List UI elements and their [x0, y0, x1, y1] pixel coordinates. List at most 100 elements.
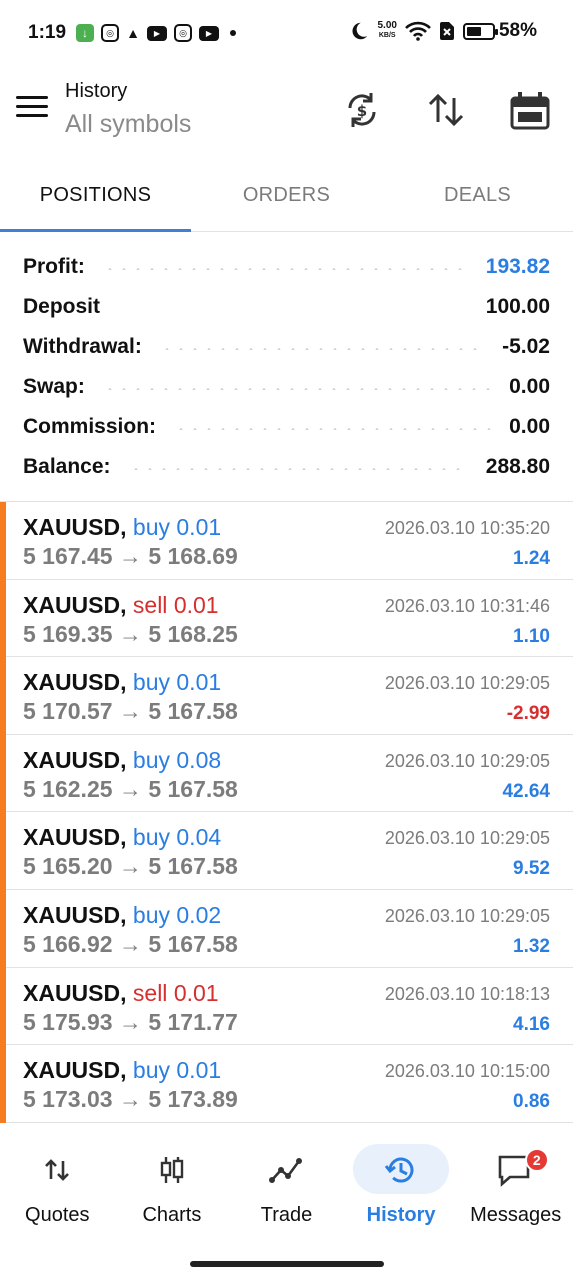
network-speed: 5.00 KB/S: [378, 21, 397, 41]
arrow-icon: →: [118, 775, 142, 802]
sort-button[interactable]: [424, 88, 468, 132]
position-row[interactable]: XAUUSD, buy 0.02 5 166.92 → 5 167.58 202…: [0, 889, 573, 968]
tab-positions[interactable]: POSITIONS: [0, 164, 191, 232]
close-price: 5 171.77: [148, 1008, 238, 1035]
position-time: 2026.03.10 10:18:13: [384, 983, 550, 1004]
position-row[interactable]: XAUUSD, buy 0.04 5 165.20 → 5 167.58 202…: [0, 812, 573, 890]
position-volume: 0.01: [176, 1057, 222, 1084]
calendar-icon: [510, 92, 550, 130]
history-clock-icon: [379, 1148, 423, 1192]
account-summary: Profit: 193.82 Deposit 100.00 Withdrawal…: [0, 247, 573, 487]
dotted-leader: [128, 468, 468, 470]
open-price: 5 175.93: [23, 1008, 113, 1035]
position-prices: 5 166.92 → 5 167.58: [23, 931, 238, 958]
nav-messages[interactable]: 2 Messages: [458, 1132, 573, 1242]
unread-badge: 2: [524, 1148, 549, 1172]
position-title: XAUUSD, buy 0.01: [23, 1057, 221, 1084]
nav-history[interactable]: History: [344, 1132, 459, 1242]
summary-value: 193.82: [485, 255, 550, 278]
battery-icon: [462, 22, 498, 40]
position-row[interactable]: XAUUSD, sell 0.01 5 175.93 → 5 171.77 20…: [0, 967, 573, 1046]
nav-trade[interactable]: Trade: [229, 1132, 344, 1242]
position-time: 2026.03.10 10:29:05: [384, 750, 550, 771]
network-speed-unit: KB/S: [378, 32, 396, 39]
position-title: XAUUSD, sell 0.01: [23, 592, 219, 619]
position-row[interactable]: XAUUSD, buy 0.01 5 167.45 → 5 168.69 202…: [0, 502, 573, 580]
position-title: XAUUSD, buy 0.01: [23, 669, 221, 696]
instagram-notification-icon: ◎: [101, 24, 119, 42]
position-volume: 0.08: [176, 746, 222, 773]
tab-deals[interactable]: DEALS: [382, 164, 573, 231]
nav-label: Trade: [260, 1204, 313, 1226]
position-prices: 5 167.45 → 5 168.69: [23, 543, 238, 570]
summary-value: 0.00: [509, 415, 550, 438]
menu-button[interactable]: [16, 96, 48, 122]
position-profit: 1.24: [513, 548, 550, 569]
history-tabs: POSITIONS ORDERS DEALS: [0, 164, 573, 232]
position-type: sell: [132, 591, 168, 618]
position-profit: 9.52: [513, 858, 550, 880]
summary-row-swap: Swap: 0.00: [0, 367, 573, 407]
position-row[interactable]: XAUUSD, buy 0.01 5 173.03 → 5 173.89 202…: [0, 1045, 573, 1123]
position-time: 2026.03.10 10:35:20: [384, 518, 550, 538]
position-symbol: XAUUSD,: [23, 669, 127, 696]
candlestick-icon: [150, 1148, 194, 1192]
dotted-leader: [159, 348, 485, 350]
menu-icon-bar: [16, 114, 48, 117]
arrow-icon: →: [118, 1086, 142, 1113]
position-volume: 0.01: [176, 514, 222, 540]
summary-value: 0.00: [509, 375, 550, 398]
dotted-leader: [102, 268, 468, 270]
position-type: buy: [132, 746, 170, 773]
position-time: 2026.03.10 10:15:00: [384, 1061, 550, 1082]
page-title: History: [65, 80, 128, 102]
position-row[interactable]: XAUUSD, sell 0.01 5 169.35 → 5 168.25 20…: [0, 579, 573, 658]
open-price: 5 170.57: [23, 698, 113, 725]
svg-text:$: $: [357, 102, 367, 120]
no-sim-icon: [439, 22, 454, 40]
home-indicator[interactable]: [190, 1261, 384, 1267]
position-type: buy: [132, 669, 170, 696]
position-prices: 5 165.20 → 5 167.58: [23, 853, 238, 880]
tab-orders[interactable]: ORDERS: [191, 164, 382, 231]
close-price: 5 168.69: [148, 543, 238, 569]
do-not-disturb-moon-icon: [351, 22, 367, 40]
currency-exchange-button[interactable]: $: [340, 88, 384, 132]
position-symbol: XAUUSD,: [23, 591, 127, 618]
position-profit: 4.16: [513, 1013, 550, 1035]
system-status-icons: 5.00 KB/S 58%: [348, 20, 537, 42]
position-type: buy: [132, 1057, 170, 1084]
summary-label: Swap:: [23, 375, 85, 398]
nav-charts[interactable]: Charts: [115, 1132, 230, 1242]
position-time: 2026.03.10 10:29:05: [384, 905, 550, 926]
open-price: 5 166.92: [23, 930, 113, 957]
youtube-notification-icon: ▶: [147, 25, 167, 41]
battery-status: 58%: [462, 20, 537, 42]
sort-icon: [428, 93, 464, 127]
menu-icon-bar: [16, 105, 48, 108]
calendar-button[interactable]: [508, 88, 552, 132]
arrow-icon: →: [118, 543, 142, 569]
more-notifications-dot: [230, 30, 236, 36]
position-profit: 1.10: [513, 625, 550, 647]
position-row[interactable]: XAUUSD, buy 0.08 5 162.25 → 5 167.58 202…: [0, 734, 573, 813]
open-price: 5 173.03: [23, 1086, 113, 1113]
summary-value: 288.80: [485, 455, 550, 478]
summary-row-profit: Profit: 193.82: [0, 247, 573, 287]
instagram-notification-icon: ◎: [174, 24, 192, 42]
symbol-filter[interactable]: All symbols: [65, 110, 191, 139]
position-row[interactable]: XAUUSD, buy 0.01 5 170.57 → 5 167.58 202…: [0, 657, 573, 735]
position-symbol: XAUUSD,: [23, 746, 127, 773]
position-title: XAUUSD, buy 0.08: [23, 747, 221, 774]
close-price: 5 168.25: [148, 620, 238, 647]
position-time: 2026.03.10 10:29:05: [384, 673, 550, 694]
nav-quotes[interactable]: Quotes: [0, 1132, 115, 1242]
notification-icons: ↓ ◎ ▲ ▶ ◎ ▶: [76, 24, 236, 42]
position-volume: 0.04: [176, 824, 222, 851]
position-title: XAUUSD, buy 0.01: [23, 514, 221, 541]
quotes-arrows-icon: [35, 1148, 79, 1192]
close-price: 5 173.89: [148, 1086, 238, 1113]
app-header: History All symbols $: [0, 68, 573, 164]
open-price: 5 162.25: [23, 775, 113, 802]
position-title: XAUUSD, buy 0.04: [23, 824, 221, 851]
